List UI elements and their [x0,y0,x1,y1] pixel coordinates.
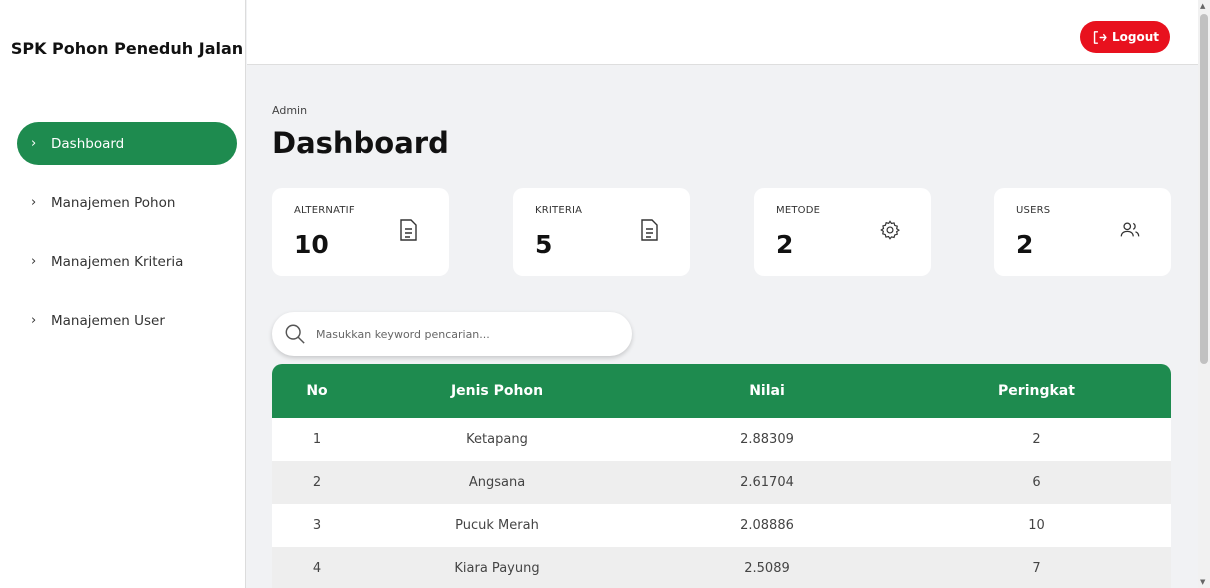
table-row: 2 Angsana 2.61704 6 [272,461,1171,504]
chevron-right-icon: › [31,136,37,151]
logout-icon [1093,30,1107,44]
search-input[interactable] [316,327,616,341]
sidebar: SPK Pohon Peneduh Jalan › Dashboard › Ma… [0,0,246,588]
sidebar-item-label: Manajemen Pohon [51,194,176,211]
cell-jenis-pohon: Ketapang [466,432,528,447]
column-header-peringkat: Peringkat [998,383,1075,399]
brand-title: SPK Pohon Peneduh Jalan [10,39,244,58]
stat-card-value: 10 [294,230,329,259]
sidebar-item-label: Dashboard [51,135,125,152]
topbar: Logout [247,0,1198,65]
stat-card-users: USERS 2 [994,188,1171,276]
column-header-jenis-pohon: Jenis Pohon [450,383,544,399]
stat-card-label: ALTERNATIF [294,205,355,216]
stat-card-value: 2 [776,230,794,259]
table-row: 3 Pucuk Merah 2.08886 10 [272,504,1171,547]
cell-nilai: 2.5089 [744,561,790,576]
logout-label: Logout [1111,30,1159,44]
stat-card-kriteria: KRITERIA 5 [513,188,690,276]
stat-card-metode: METODE 2 [754,188,931,276]
document-icon [400,219,417,241]
sidebar-item-label: Manajemen User [51,312,165,329]
stat-card-label: METODE [776,205,821,216]
chevron-right-icon: › [31,254,37,269]
column-header-no: No [306,383,328,399]
scroll-up-arrow-icon[interactable]: ▲ [1200,2,1205,10]
chevron-right-icon: › [31,313,37,328]
sidebar-nav: › Dashboard › Manajemen Pohon › Manajeme… [17,122,237,358]
chevron-right-icon: › [31,195,37,210]
cell-no: 1 [312,432,322,447]
logout-button[interactable]: Logout [1079,21,1170,53]
cell-nilai: 2.61704 [740,475,794,490]
sidebar-item-dashboard[interactable]: › Dashboard [17,122,237,165]
stat-card-label: KRITERIA [535,205,583,216]
cell-jenis-pohon: Pucuk Merah [455,518,539,533]
stat-card-value: 5 [535,230,553,259]
search-box [272,312,632,356]
cell-no: 3 [312,518,322,533]
cell-peringkat: 2 [1032,432,1041,447]
column-header-nilai: Nilai [749,383,785,399]
page-scrollbar[interactable]: ▲ ▼ [1198,0,1210,588]
ranking-table: No Jenis Pohon Nilai Peringkat 1 Ketapan… [272,364,1171,588]
sidebar-item-manajemen-pohon[interactable]: › Manajemen Pohon [17,181,237,224]
page-title: Dashboard [272,126,449,160]
table-header-row: No Jenis Pohon Nilai Peringkat [272,364,1171,418]
stat-card-alternatif: ALTERNATIF 10 [272,188,449,276]
cell-jenis-pohon: Angsana [468,475,526,490]
cell-no: 4 [312,561,322,576]
cell-peringkat: 6 [1032,475,1041,490]
cell-jenis-pohon: Kiara Payung [454,561,540,576]
breadcrumb: Admin [272,104,308,117]
sidebar-item-manajemen-user[interactable]: › Manajemen User [17,299,237,342]
cell-no: 2 [312,475,322,490]
gear-icon [880,220,900,240]
cell-peringkat: 10 [1028,518,1045,533]
cell-nilai: 2.88309 [740,432,794,447]
search-icon [285,324,305,344]
stat-card-label: USERS [1016,205,1051,216]
sidebar-item-label: Manajemen Kriteria [51,253,184,270]
document-icon [641,219,658,241]
cell-nilai: 2.08886 [740,518,794,533]
sidebar-item-manajemen-kriteria[interactable]: › Manajemen Kriteria [17,240,237,283]
scrollbar-thumb[interactable] [1200,14,1208,364]
users-icon [1120,222,1140,237]
table-row: 1 Ketapang 2.88309 2 [272,418,1171,461]
scroll-down-arrow-icon[interactable]: ▼ [1200,578,1205,586]
table-row: 4 Kiara Payung 2.5089 7 [272,547,1171,588]
stat-card-value: 2 [1016,230,1034,259]
cell-peringkat: 7 [1032,561,1041,576]
